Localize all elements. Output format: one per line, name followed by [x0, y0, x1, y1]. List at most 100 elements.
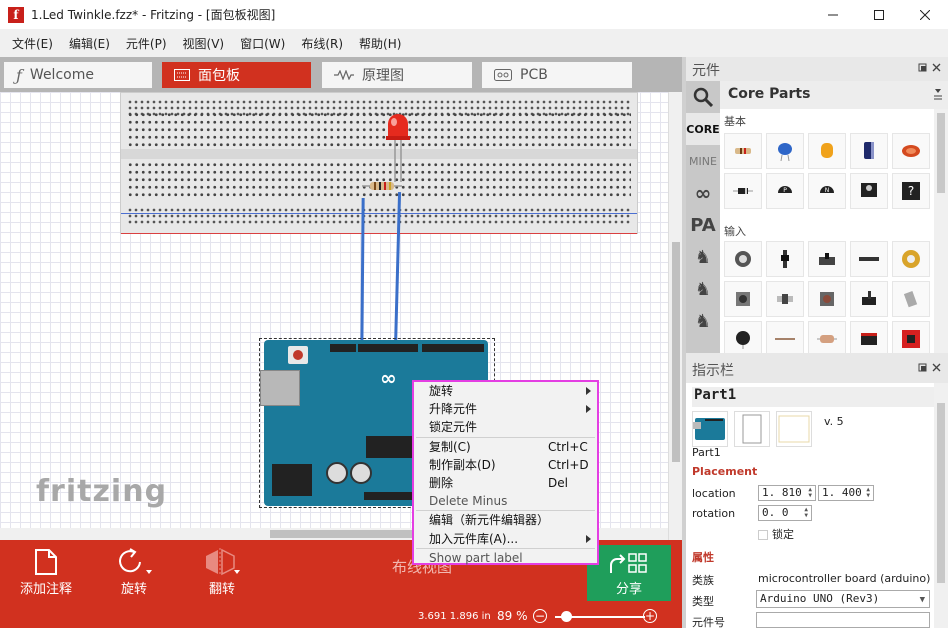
part-diode[interactable] — [724, 173, 762, 209]
bin-tab-animal-2[interactable]: ♞ — [686, 273, 720, 305]
tab-schematic[interactable]: 原理图 — [322, 62, 472, 88]
menu-bar: 文件(E) 编辑(E) 元件(P) 视图(V) 窗口(W) 布线(R) 帮助(H… — [0, 29, 948, 57]
ctx-copy[interactable]: 复制(C) Ctrl+C — [414, 438, 597, 456]
ctx-edit-part[interactable]: 编辑（新元件编辑器） — [414, 511, 597, 529]
type-select[interactable]: Arduino UNO (Rev3) ▼ — [756, 590, 930, 608]
parts-panel-controls[interactable] — [918, 63, 942, 76]
tab-welcome[interactable]: ƒ Welcome — [4, 62, 152, 88]
part-mystery[interactable]: ? — [892, 173, 930, 209]
ctx-delete-minus[interactable]: Delete Minus — [414, 492, 597, 510]
part-ic-sensor[interactable] — [850, 321, 888, 353]
part-capacitor-electrolytic[interactable] — [850, 133, 888, 169]
part-pushbutton-small[interactable] — [766, 281, 804, 317]
ctx-add-to-bin[interactable]: 加入元件库(A)... — [414, 530, 597, 548]
add-note-button[interactable]: 添加注释 — [6, 540, 86, 606]
status-bar: 3.691 1.896 in 89 % − + — [0, 606, 682, 628]
spin-arrows-icon[interactable]: ▲ ▼ — [808, 487, 812, 499]
part-rotary-encoder[interactable] — [724, 281, 762, 317]
context-menu: 旋转 升降元件 锁定元件 复制(C) Ctrl+C 制作副本(D) Ctrl+D 删… — [412, 380, 599, 565]
tab-pcb[interactable]: PCB — [482, 62, 632, 88]
menu-routing[interactable]: 布线(R) — [293, 35, 351, 52]
arduino-logo-icon: ∞ — [380, 366, 397, 390]
part-inductor[interactable] — [892, 133, 930, 169]
menu-edit[interactable]: 编辑(E) — [61, 35, 118, 52]
ctx-duplicate[interactable]: 制作副本(D) Ctrl+D — [414, 456, 597, 474]
location-x-input[interactable]: 1. 810 ▲ ▼ — [758, 485, 816, 501]
menu-part[interactable]: 元件(P) — [118, 35, 175, 52]
led-part[interactable] — [386, 112, 410, 182]
bin-tab-pa[interactable]: PA — [686, 209, 720, 241]
ctx-raise-lower[interactable]: 升降元件 — [414, 400, 597, 418]
location-y-input[interactable]: 1. 400 ▲ ▼ — [818, 485, 874, 501]
ctx-show-part-label[interactable]: Show part label — [414, 549, 597, 567]
zoom-out-button[interactable]: − — [533, 609, 547, 623]
part-tilt-switch[interactable] — [892, 281, 930, 317]
parts-bin-scroll-thumb[interactable] — [937, 113, 945, 193]
bin-tab-animal-1[interactable]: ♞ — [686, 241, 720, 273]
reset-button-icon — [288, 346, 308, 364]
minimize-button[interactable] — [810, 0, 856, 29]
ctx-rotate[interactable]: 旋转 — [414, 382, 597, 400]
part-transistor-npn[interactable]: N — [808, 173, 846, 209]
ctx-lock-part[interactable]: 锁定元件 — [414, 418, 597, 436]
basic-parts-grid: P N ? — [724, 133, 930, 209]
inspector-panel-controls[interactable] — [918, 363, 942, 376]
share-button[interactable]: 分享 — [587, 545, 671, 601]
close-button[interactable] — [902, 0, 948, 29]
canvas-vertical-thumb[interactable] — [672, 242, 680, 462]
menu-view[interactable]: 视图(V) — [175, 35, 233, 52]
wire-gnd[interactable] — [360, 197, 365, 351]
parts-bin-grid: 基本 P N ? 输入 — [720, 109, 934, 353]
menu-window[interactable]: 窗口(W) — [232, 35, 293, 52]
bin-tab-core[interactable]: CORE — [686, 113, 720, 145]
menu-help[interactable]: 帮助(H) — [351, 35, 409, 52]
rotation-input[interactable]: 0. 0 ▲ ▼ — [758, 505, 812, 521]
rotate-button[interactable]: 旋转 — [94, 540, 174, 606]
inspector-scrollbar[interactable] — [934, 383, 948, 628]
breadboard[interactable] — [120, 92, 638, 234]
ctx-lock-part-label: 锁定元件 — [429, 420, 478, 435]
maximize-button[interactable] — [856, 0, 902, 29]
spin-arrows-icon[interactable]: ▲ ▼ — [866, 487, 870, 499]
inspector-scroll-thumb[interactable] — [937, 403, 945, 583]
bin-header: Core Parts — [720, 81, 948, 109]
lock-checkbox[interactable]: 锁定 — [758, 526, 794, 542]
bin-tab-animal-3[interactable]: ♞ — [686, 305, 720, 337]
part-capacitor-tantalum[interactable] — [808, 133, 846, 169]
float-close-icon — [918, 63, 941, 72]
zoom-slider-knob[interactable] — [561, 611, 572, 622]
bin-tab-arduino[interactable]: ∞ — [686, 177, 720, 209]
bin-tab-mine[interactable]: MINE — [686, 145, 720, 177]
part-photocell[interactable] — [808, 321, 846, 353]
part-header-strip[interactable] — [850, 241, 888, 277]
chevron-down-icon: ▼ — [919, 595, 925, 605]
part-number-input[interactable] — [756, 612, 930, 628]
parts-bin-scrollbar[interactable] — [934, 109, 948, 353]
canvas-vertical-scrollbar[interactable] — [668, 92, 682, 540]
part-slide-pot[interactable] — [766, 241, 804, 277]
part-capacitor-ceramic[interactable] — [766, 133, 804, 169]
bin-menu-icon[interactable] — [932, 87, 944, 104]
tab-breadboard[interactable]: 面包板 — [162, 62, 311, 88]
part-mosfet[interactable] — [850, 173, 888, 209]
part-piezo[interactable] — [892, 241, 930, 277]
part-pushbutton[interactable] — [808, 281, 846, 317]
checkbox-icon[interactable] — [758, 530, 768, 540]
part-toggle-switch[interactable] — [850, 281, 888, 317]
part-mic[interactable] — [724, 321, 762, 353]
header-digital-high — [358, 344, 418, 352]
flip-button[interactable]: 翻转 — [182, 540, 262, 606]
resistor-part[interactable] — [362, 180, 402, 192]
bin-search-tab[interactable] — [686, 81, 720, 113]
part-potentiometer[interactable] — [724, 241, 762, 277]
part-slide-switch[interactable] — [808, 241, 846, 277]
ctx-delete[interactable]: 删除 Del — [414, 474, 597, 492]
location-x-value: 1. 810 — [762, 486, 802, 499]
zoom-in-button[interactable]: + — [643, 609, 657, 623]
part-transistor-pnp[interactable]: P — [766, 173, 804, 209]
spin-arrows-icon[interactable]: ▲ ▼ — [804, 507, 808, 519]
part-resistor[interactable] — [724, 133, 762, 169]
part-breakout-red[interactable] — [892, 321, 930, 353]
part-wire[interactable] — [766, 321, 804, 353]
menu-file[interactable]: 文件(E) — [4, 35, 61, 52]
